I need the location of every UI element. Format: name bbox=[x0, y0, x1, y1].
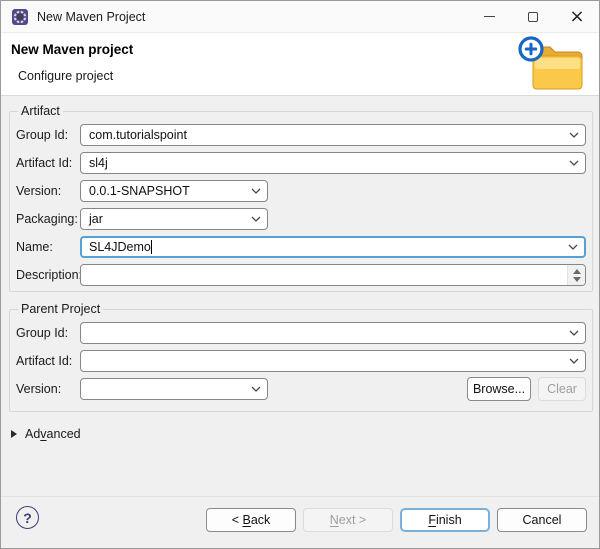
wizard-banner: New Maven project Configure project bbox=[1, 33, 599, 96]
name-row: Name: SL4JDemo bbox=[16, 236, 586, 258]
description-scrollbar[interactable] bbox=[567, 265, 585, 285]
advanced-label: Advanced bbox=[25, 427, 81, 441]
scroll-up-icon[interactable] bbox=[573, 269, 581, 274]
name-value: SL4JDemo bbox=[89, 240, 151, 254]
description-row: Description: bbox=[16, 264, 586, 286]
artifact-legend: Artifact bbox=[18, 104, 63, 118]
artifact-id-combo[interactable]: sl4j bbox=[80, 152, 586, 174]
version-row: Version: 0.0.1-SNAPSHOT bbox=[16, 180, 586, 202]
clear-button[interactable]: Clear bbox=[538, 377, 586, 401]
artifact-id-label: Artifact Id: bbox=[16, 156, 80, 170]
collapsed-arrow-icon bbox=[11, 430, 17, 438]
scroll-down-icon[interactable] bbox=[573, 277, 581, 282]
minimize-icon bbox=[484, 16, 495, 17]
description-label: Description: bbox=[16, 268, 80, 282]
parent-version-actions: Browse... Clear bbox=[467, 377, 586, 401]
version-value: 0.0.1-SNAPSHOT bbox=[89, 184, 247, 198]
window-controls: × bbox=[467, 1, 599, 32]
parent-group-id-row: Group Id: bbox=[16, 322, 586, 344]
parent-group-id-label: Group Id: bbox=[16, 326, 80, 340]
browse-button[interactable]: Browse... bbox=[467, 377, 531, 401]
group-id-row: Group Id: com.tutorialspoint bbox=[16, 124, 586, 146]
chevron-down-icon bbox=[569, 358, 579, 364]
help-icon: ? bbox=[23, 510, 32, 526]
packaging-combo[interactable]: jar bbox=[80, 208, 268, 230]
group-id-value: com.tutorialspoint bbox=[89, 128, 565, 142]
artifact-group: Artifact Group Id: com.tutorialspoint Ar… bbox=[9, 104, 593, 292]
maximize-button[interactable] bbox=[511, 1, 555, 32]
text-caret bbox=[151, 240, 152, 254]
packaging-row: Packaging: jar bbox=[16, 208, 586, 230]
button-bar: ? < Back Next > Finish Cancel bbox=[1, 496, 599, 548]
eclipse-wizard-icon bbox=[12, 9, 28, 25]
group-id-label: Group Id: bbox=[16, 128, 80, 142]
chevron-down-icon bbox=[251, 216, 261, 222]
parent-artifact-id-row: Artifact Id: bbox=[16, 350, 586, 372]
version-label: Version: bbox=[16, 184, 80, 198]
cancel-button[interactable]: Cancel bbox=[497, 508, 587, 532]
back-button[interactable]: < Back bbox=[206, 508, 296, 532]
advanced-toggle[interactable]: Advanced bbox=[11, 424, 81, 444]
new-maven-project-dialog: New Maven Project × New Maven project Co… bbox=[0, 0, 600, 549]
next-button[interactable]: Next > bbox=[303, 508, 393, 532]
finish-button[interactable]: Finish bbox=[400, 508, 490, 532]
description-input[interactable] bbox=[80, 264, 586, 286]
chevron-down-icon bbox=[569, 330, 579, 336]
parent-version-combo[interactable] bbox=[80, 378, 268, 400]
parent-group-id-combo[interactable] bbox=[80, 322, 586, 344]
artifact-id-row: Artifact Id: sl4j bbox=[16, 152, 586, 174]
chevron-down-icon bbox=[569, 132, 579, 138]
chevron-down-icon bbox=[569, 160, 579, 166]
close-button[interactable]: × bbox=[555, 1, 599, 32]
chevron-down-icon bbox=[251, 188, 261, 194]
group-id-combo[interactable]: com.tutorialspoint bbox=[80, 124, 586, 146]
chevron-down-icon bbox=[568, 244, 578, 250]
parent-artifact-id-label: Artifact Id: bbox=[16, 354, 80, 368]
version-combo[interactable]: 0.0.1-SNAPSHOT bbox=[80, 180, 268, 202]
minimize-button[interactable] bbox=[467, 1, 511, 32]
artifact-id-value: sl4j bbox=[89, 156, 565, 170]
maximize-icon bbox=[528, 12, 538, 22]
close-icon: × bbox=[569, 8, 584, 26]
name-combo[interactable]: SL4JDemo bbox=[80, 236, 586, 258]
parent-artifact-id-combo[interactable] bbox=[80, 350, 586, 372]
chevron-down-icon bbox=[251, 386, 261, 392]
wizard-buttons: < Back Next > Finish Cancel bbox=[206, 508, 587, 532]
packaging-value: jar bbox=[89, 212, 247, 226]
name-label: Name: bbox=[16, 240, 80, 254]
page-subtitle: Configure project bbox=[18, 69, 113, 83]
page-title: New Maven project bbox=[11, 42, 133, 57]
new-folder-icon bbox=[516, 34, 586, 95]
parent-project-legend: Parent Project bbox=[18, 302, 103, 316]
title-bar[interactable]: New Maven Project × bbox=[1, 1, 599, 33]
parent-version-row: Version: Browse... Clear bbox=[16, 378, 586, 400]
help-button[interactable]: ? bbox=[16, 506, 39, 529]
packaging-label: Packaging: bbox=[16, 212, 80, 226]
window-title: New Maven Project bbox=[37, 10, 145, 24]
parent-version-label: Version: bbox=[16, 382, 80, 396]
parent-project-group: Parent Project Group Id: Artifact Id: Ve… bbox=[9, 302, 593, 412]
